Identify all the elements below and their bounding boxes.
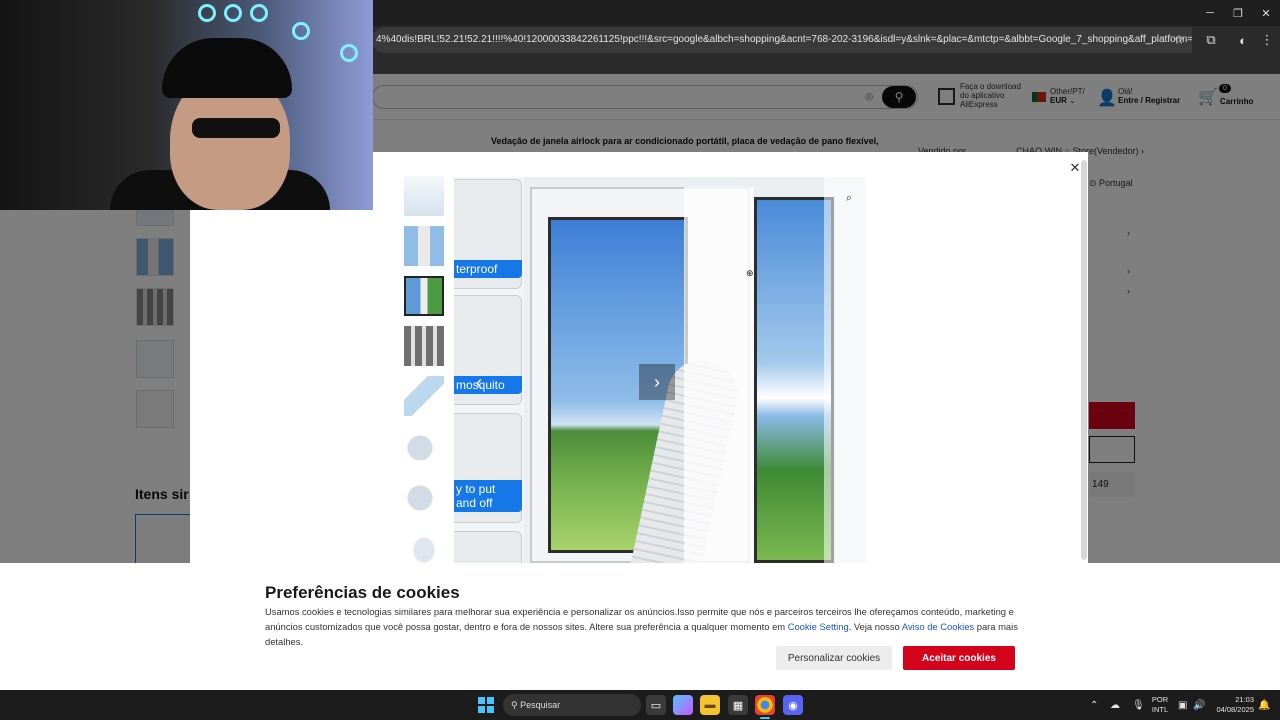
- accept-cookies-button[interactable]: Aceitar cookies: [903, 646, 1015, 670]
- notification-bell-icon[interactable]: 🔔: [1258, 690, 1270, 720]
- image-viewer-modal: terproof mosquito y to put and off ⌕ ‹ ✕: [190, 152, 1088, 563]
- viewer-thumbnail[interactable]: [404, 376, 444, 416]
- feature-card: terproof: [454, 179, 522, 289]
- zoom-icon[interactable]: ⌕: [842, 191, 856, 205]
- rgb-fan-light: [250, 4, 268, 22]
- chrome-icon[interactable]: [755, 695, 775, 715]
- chevron-right-icon: ›: [654, 371, 660, 392]
- seal-cloth: [684, 187, 754, 563]
- feature-label-waterproof: terproof: [454, 260, 522, 278]
- cloud-icon[interactable]: ☁: [1110, 690, 1120, 720]
- next-image-button[interactable]: ›: [639, 364, 675, 400]
- rgb-fan-light: [224, 4, 242, 22]
- windows-start-icon[interactable]: [478, 697, 494, 713]
- task-view-icon[interactable]: ▭: [646, 695, 666, 715]
- file-explorer-icon[interactable]: ▬: [700, 695, 720, 715]
- language-line2: INTL: [1151, 705, 1169, 714]
- curtain: [824, 177, 866, 563]
- taskbar-search-placeholder: Pesquisar: [520, 700, 561, 710]
- language-line1: POR: [1151, 695, 1169, 704]
- rgb-fan-light: [198, 4, 216, 22]
- cookie-banner: Preferências de cookies Usamos cookies e…: [0, 563, 1280, 690]
- url-field[interactable]: 4%40dis!BRL!52.21!52.21!!!!%40!120000338…: [372, 27, 1192, 53]
- language-indicator[interactable]: POR INTL: [1148, 695, 1172, 715]
- viewer-thumbnail[interactable]: [404, 226, 444, 266]
- clock-time: 21:03: [1235, 695, 1254, 704]
- copilot-icon[interactable]: [673, 695, 693, 715]
- restore-button[interactable]: ❐: [1224, 0, 1252, 26]
- chevron-left-icon[interactable]: ‹: [464, 365, 494, 401]
- modal-scrollbar[interactable]: [1081, 160, 1087, 560]
- chevron-up-icon[interactable]: ⌃: [1090, 690, 1098, 720]
- system-clock[interactable]: 21:03 04/08/2025: [1208, 695, 1254, 715]
- window-controls: ─ ❐ ✕: [1196, 0, 1280, 26]
- viewer-thumbnail[interactable]: [404, 176, 444, 216]
- rgb-fan-light: [292, 22, 310, 40]
- cookie-setting-link[interactable]: Cookie Setting: [788, 621, 849, 632]
- viewer-thumbnail[interactable]: [404, 326, 444, 366]
- network-icon[interactable]: ▣: [1178, 690, 1187, 720]
- person-cap: [162, 38, 292, 98]
- open-window-pane: [754, 197, 834, 563]
- viewer-thumbnail-selected[interactable]: [404, 276, 444, 316]
- profile-icon[interactable]: ◐: [1230, 26, 1256, 54]
- viewer-thumbnail[interactable]: [404, 526, 444, 563]
- active-app-indicator: [760, 717, 770, 719]
- windows-taskbar: ⚲ Pesquisar ▭ ▬ ▦ ◉ ⌃ ☁ 🎙 POR INTL ▣ 🔊 2…: [0, 690, 1280, 720]
- extensions-icon[interactable]: ⧉: [1198, 26, 1224, 54]
- taskbar-search-box[interactable]: ⚲ Pesquisar: [503, 694, 641, 716]
- volume-icon[interactable]: 🔊: [1193, 690, 1205, 720]
- feature-card: [454, 531, 522, 563]
- minimize-button[interactable]: ─: [1196, 0, 1224, 26]
- feature-label-easy-install: y to put and off: [454, 480, 522, 512]
- clock-date: 04/08/2025: [1216, 705, 1254, 714]
- browser-menu-icon[interactable]: ⋮: [1254, 26, 1280, 54]
- bookmark-star-icon[interactable]: ☆: [1166, 26, 1192, 54]
- viewer-thumbnail[interactable]: [404, 426, 444, 466]
- microphone-icon[interactable]: 🎙: [1132, 690, 1145, 720]
- discord-icon[interactable]: ◉: [783, 695, 803, 715]
- store-icon[interactable]: ▦: [728, 695, 748, 715]
- close-window-button[interactable]: ✕: [1252, 0, 1280, 26]
- webcam-overlay: [0, 0, 373, 210]
- cursor-icon: ⊕: [746, 268, 754, 278]
- cookie-description: Usamos cookies e tecnologias similares p…: [265, 604, 1025, 649]
- viewer-thumbnail[interactable]: [404, 476, 444, 516]
- rgb-fan-light: [340, 44, 358, 62]
- cookie-notice-link[interactable]: Aviso de Cookies: [902, 621, 974, 632]
- customize-cookies-button[interactable]: Personalizar cookies: [776, 646, 892, 670]
- cookie-text-middle: . Veja nosso: [848, 621, 902, 632]
- cookie-title: Preferências de cookies: [265, 583, 460, 602]
- feature-card: y to put and off: [454, 413, 522, 523]
- person-glasses: [192, 118, 280, 138]
